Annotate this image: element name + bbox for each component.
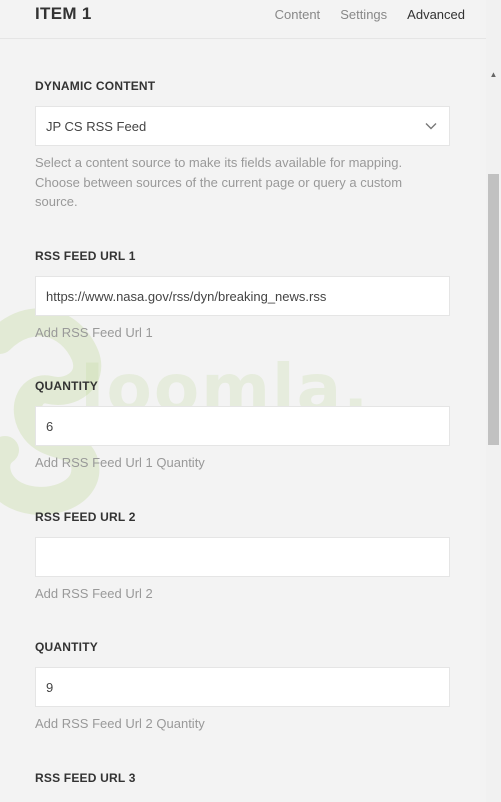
dynamic-content-select[interactable]: JP CS RSS Feed bbox=[35, 106, 450, 146]
rss-feed-url-1-input[interactable]: https://www.nasa.gov/rss/dyn/breaking_ne… bbox=[35, 276, 450, 316]
header-divider bbox=[0, 38, 486, 39]
rss-feed-url-1-label: RSS FEED URL 1 bbox=[35, 249, 136, 263]
item-settings-panel: Joomla. ITEM 1 Content Settings Advanced… bbox=[0, 0, 501, 802]
scrollbar-thumb[interactable] bbox=[488, 174, 499, 445]
scroll-up-arrow-icon[interactable]: ▲ bbox=[486, 68, 501, 82]
tab-content[interactable]: Content bbox=[275, 7, 321, 22]
tab-bar: Content Settings Advanced bbox=[275, 7, 465, 22]
quantity-1-help: Add RSS Feed Url 1 Quantity bbox=[35, 455, 205, 470]
tab-advanced[interactable]: Advanced bbox=[407, 7, 465, 22]
vertical-scrollbar[interactable]: ▲ bbox=[486, 0, 501, 802]
dynamic-content-help: Select a content source to make its fiel… bbox=[35, 155, 403, 209]
quantity-2-help: Add RSS Feed Url 2 Quantity bbox=[35, 716, 205, 731]
rss-feed-url-1-value: https://www.nasa.gov/rss/dyn/breaking_ne… bbox=[46, 289, 327, 304]
quantity-1-input[interactable]: 6 bbox=[35, 406, 450, 446]
panel-header: ITEM 1 Content Settings Advanced bbox=[0, 0, 486, 38]
quantity-2-value: 9 bbox=[46, 680, 54, 695]
quantity-1-label: QUANTITY bbox=[35, 379, 98, 393]
chevron-down-icon bbox=[425, 123, 437, 130]
quantity-2-label: QUANTITY bbox=[35, 640, 98, 654]
quantity-1-value: 6 bbox=[46, 419, 54, 434]
dynamic-content-selected-value: JP CS RSS Feed bbox=[46, 119, 147, 134]
rss-feed-url-3-label: RSS FEED URL 3 bbox=[35, 771, 136, 785]
tab-settings[interactable]: Settings bbox=[340, 7, 387, 22]
dynamic-content-label: DYNAMIC CONTENT bbox=[35, 79, 156, 93]
rss-feed-url-1-help: Add RSS Feed Url 1 bbox=[35, 325, 153, 340]
quantity-2-input[interactable]: 9 bbox=[35, 667, 450, 707]
rss-feed-url-2-help: Add RSS Feed Url 2 bbox=[35, 586, 153, 601]
rss-feed-url-2-label: RSS FEED URL 2 bbox=[35, 510, 136, 524]
page-title: ITEM 1 bbox=[35, 4, 92, 23]
rss-feed-url-2-input[interactable] bbox=[35, 537, 450, 577]
